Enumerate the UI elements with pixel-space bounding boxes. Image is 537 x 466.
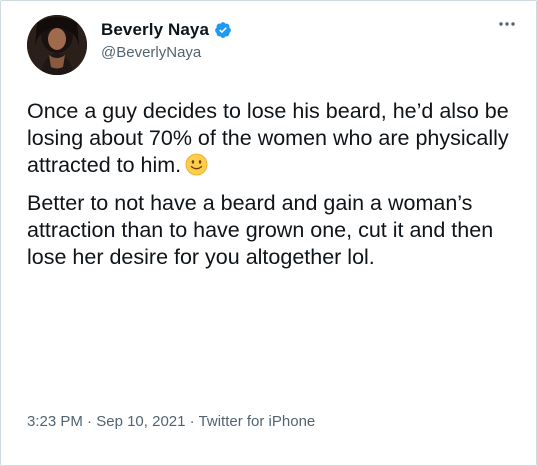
tweet-paragraph-1-text: Once a guy decides to lose his beard, he… (27, 99, 509, 177)
display-name-row: Beverly Naya (101, 19, 232, 41)
avatar-image (27, 15, 87, 75)
tweet-time[interactable]: 3:23 PM (27, 413, 83, 430)
tweet-source[interactable]: Twitter for iPhone (199, 413, 316, 430)
avatar[interactable] (27, 15, 87, 75)
display-name[interactable]: Beverly Naya (101, 20, 209, 40)
tweet-paragraph-2: Better to not have a beard and gain a wo… (27, 191, 494, 269)
tweet-card: Beverly Naya @BeverlyNaya Once a guy dec… (0, 0, 537, 466)
slightly-smiling-face-emoji-icon (185, 153, 208, 176)
tweet-paragraph-1: Once a guy decides to lose his beard, he… (27, 98, 527, 179)
tweet-date[interactable]: Sep 10, 2021 (96, 413, 185, 430)
more-horizontal-icon[interactable] (496, 17, 518, 31)
verified-badge-icon (214, 21, 232, 39)
tweet-text: Once a guy decides to lose his beard, he… (27, 98, 527, 271)
tweet-header: Beverly Naya @BeverlyNaya (27, 15, 520, 79)
author-names: Beverly Naya @BeverlyNaya (101, 19, 232, 61)
author-handle[interactable]: @BeverlyNaya (101, 44, 232, 61)
meta-separator: · (82, 413, 97, 430)
tweet-meta: 3:23 PM · Sep 10, 2021 · Twitter for iPh… (27, 413, 315, 430)
meta-separator: · (185, 413, 199, 430)
